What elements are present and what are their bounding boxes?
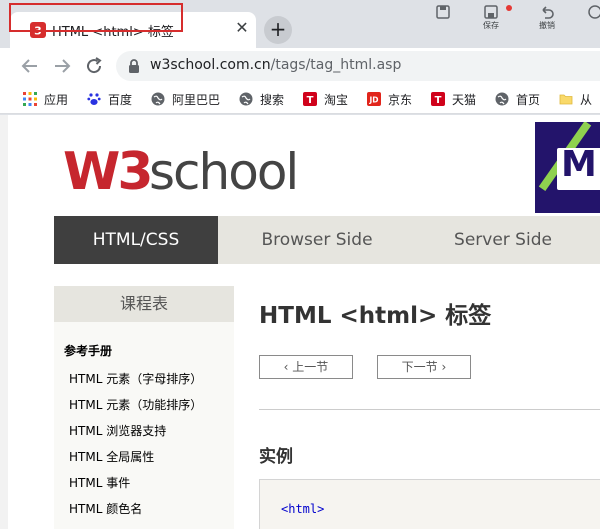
section-title: 实例 (259, 447, 293, 467)
extension-save-label: 保存 (483, 21, 499, 30)
bookmark-jd[interactable]: JD 京东 (366, 90, 412, 108)
notification-dot (506, 5, 512, 11)
tab-close-icon[interactable]: ✕ (232, 18, 252, 38)
tab-strip: 3 HTML <html> 标签 ✕ + 保存 撤销 (0, 0, 600, 48)
chevron-right-icon: › (437, 360, 447, 374)
tmall-icon: T (430, 91, 446, 107)
web-page: W3 school M HTML/CSS Browser Side Server… (8, 115, 600, 529)
page-title: HTML <html> 标签 (259, 303, 492, 329)
folder-icon (558, 91, 574, 107)
jd-icon: JD (366, 91, 382, 107)
extension-save-button[interactable]: 保存 (476, 4, 506, 31)
lock-icon[interactable] (128, 59, 140, 73)
browser-toolbar: w3school.com.cn/tags/tag_html.asp (0, 48, 600, 84)
w3school-logo[interactable]: W3 school (63, 139, 343, 199)
baidu-paw-icon (86, 91, 102, 107)
ad-banner[interactable]: M (535, 122, 600, 213)
bookmark-label: 首页 (516, 92, 541, 107)
url-text[interactable]: w3school.com.cn/tags/tag_html.asp (150, 57, 401, 73)
extension-icon (588, 5, 600, 19)
next-section-button[interactable]: 下一节 › (377, 355, 471, 379)
bookmark-tmall[interactable]: T 天猫 (430, 90, 476, 108)
reload-icon[interactable] (82, 54, 106, 78)
bookmark-label: 京东 (388, 92, 413, 107)
save-icon (436, 5, 450, 19)
apps-grid-icon (22, 91, 38, 107)
prev-label: 上一节 (292, 360, 329, 374)
sidebar-link[interactable]: HTML 全局属性 (69, 448, 154, 465)
extension-undo-button[interactable]: 撤销 (532, 4, 562, 31)
bookmark-home[interactable]: 首页 (494, 90, 540, 108)
bookmark-label: 应用 (44, 92, 69, 107)
next-label: 下一节 (401, 360, 438, 374)
bookmark-label: 阿里巴巴 (172, 92, 221, 107)
bookmark-label: 天猫 (452, 92, 477, 107)
sidebar: 课程表 参考手册 HTML 元素（字母排序） HTML 元素（功能排序） HTM… (54, 286, 234, 529)
forward-arrow-icon[interactable] (50, 54, 74, 78)
bookmark-alibaba[interactable]: 阿里巴巴 (150, 90, 220, 108)
nav-tab-browser-side[interactable]: Browser Side (232, 216, 402, 264)
nav-tab-html-css[interactable]: HTML/CSS (54, 216, 218, 264)
sidebar-link[interactable]: HTML 浏览器支持 (69, 422, 166, 439)
extension-button[interactable] (428, 4, 458, 20)
svg-text:W3: W3 (63, 142, 151, 199)
svg-text:T: T (435, 95, 442, 106)
chevron-left-icon: ‹ (283, 360, 293, 374)
nav-tab-server-side[interactable]: Server Side (420, 216, 586, 264)
bookmark-taobao[interactable]: T 淘宝 (302, 90, 348, 108)
taobao-icon: T (302, 91, 318, 107)
tab-highlight-frame (9, 3, 183, 32)
sidebar-link[interactable]: HTML 事件 (69, 474, 130, 491)
bookmark-search[interactable]: 搜索 (238, 90, 284, 108)
sidebar-link[interactable]: HTML 元素（字母排序） (69, 370, 202, 387)
bookmark-apps[interactable]: 应用 (22, 90, 68, 108)
prev-section-button[interactable]: ‹ 上一节 (259, 355, 353, 379)
divider (259, 409, 600, 410)
save-icon (484, 5, 498, 19)
back-arrow-icon[interactable] (18, 54, 42, 78)
extension-button-2[interactable] (580, 4, 600, 20)
globe-icon (494, 91, 510, 107)
bookmark-baidu[interactable]: 百度 (86, 90, 132, 108)
sidebar-subtitle: 参考手册 (64, 344, 113, 358)
code-line: <html> (281, 502, 325, 516)
bookmark-label: 淘宝 (324, 92, 349, 107)
page-left-edge (0, 115, 8, 529)
url-path: /tags/tag_html.asp (270, 57, 402, 73)
sidebar-link[interactable]: HTML 颜色名 (69, 500, 142, 517)
bookmark-label: 百度 (108, 92, 133, 107)
svg-text:JD: JD (368, 96, 378, 105)
top-navigation: HTML/CSS Browser Side Server Side (54, 216, 600, 264)
address-bar[interactable]: w3school.com.cn/tags/tag_html.asp (116, 51, 600, 81)
bookmark-folder[interactable]: 从 (558, 90, 592, 108)
bookmarks-bar: 应用 百度 阿里巴巴 搜索 T 淘宝 JD 京东 T 天猫 首页 从 (0, 84, 600, 114)
url-host: w3school.com.cn (150, 57, 271, 73)
sidebar-title: 课程表 (54, 286, 234, 322)
sidebar-link[interactable]: HTML 元素（功能排序） (69, 396, 202, 413)
undo-icon (542, 6, 554, 19)
extension-undo-label: 撤销 (539, 21, 555, 30)
svg-text:T: T (307, 95, 314, 106)
globe-icon (238, 91, 254, 107)
code-example-box: <html> (259, 479, 600, 529)
bookmark-label: 从 (580, 92, 593, 107)
globe-icon (150, 91, 166, 107)
banner-letter: M (561, 144, 597, 185)
new-tab-button[interactable]: + (264, 16, 292, 44)
svg-text:school: school (149, 143, 297, 199)
bookmark-label: 搜索 (260, 92, 285, 107)
